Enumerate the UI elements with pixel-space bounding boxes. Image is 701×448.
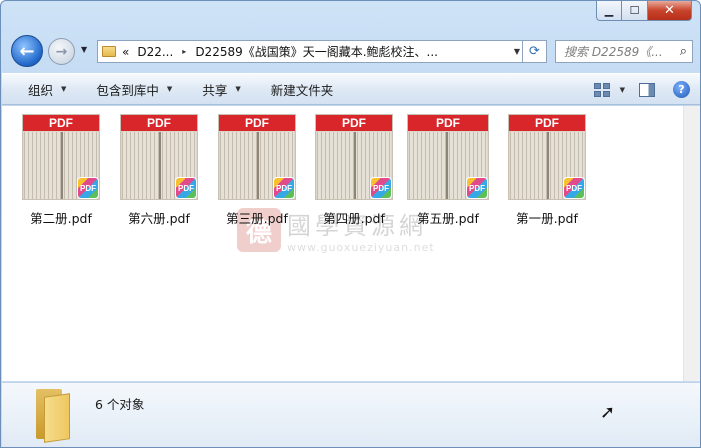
organize-label: 组织 bbox=[28, 82, 54, 98]
search-placeholder: 搜索 D22589《... bbox=[564, 45, 663, 59]
file-item[interactable]: PDF PDF 第三册.pdf bbox=[212, 114, 302, 227]
minimize-button[interactable]: ▁ bbox=[596, 1, 622, 21]
back-button[interactable]: ← bbox=[11, 35, 43, 67]
pdf-thumbnail: PDF PDF bbox=[120, 114, 198, 200]
maximize-button[interactable]: ☐ bbox=[622, 1, 648, 21]
pdf-thumbnail: PDF PDF bbox=[22, 114, 100, 200]
pdf-app-icon: PDF bbox=[466, 177, 488, 199]
address-segment-current[interactable]: D22589《战国策》天一阁藏本.鲍彪校注、... bbox=[195, 43, 438, 60]
file-name[interactable]: 第五册.pdf bbox=[417, 208, 479, 227]
refresh-button[interactable]: ⟳ bbox=[522, 40, 546, 63]
share-menu[interactable]: 共享 ▼ bbox=[202, 80, 240, 99]
search-input[interactable]: 搜索 D22589《... ⌕ bbox=[555, 40, 693, 63]
chevron-down-icon: ▼ bbox=[61, 85, 67, 93]
file-name[interactable]: 第三册.pdf bbox=[226, 208, 288, 227]
command-bar: 组织 ▼ 包含到库中 ▼ 共享 ▼ 新建文件夹 ▼ ? bbox=[2, 73, 700, 105]
details-pane: 6 个对象 ➚ bbox=[2, 382, 700, 447]
view-controls: ▼ ? bbox=[593, 81, 690, 98]
pdf-band-label: PDF bbox=[408, 115, 488, 131]
address-bar[interactable]: « D22... ▸ D22589《战国策》天一阁藏本.鲍彪校注、... ▼ ⟳ bbox=[97, 40, 547, 63]
pdf-app-icon: PDF bbox=[273, 177, 295, 199]
new-folder-label: 新建文件夹 bbox=[270, 82, 334, 98]
chevron-down-icon: ▼ bbox=[166, 85, 173, 93]
file-item[interactable]: PDF PDF 第五册.pdf bbox=[403, 114, 493, 227]
chevron-down-icon: ▼ bbox=[235, 85, 241, 93]
include-in-library-label: 包含到库中 bbox=[96, 82, 159, 98]
pdf-app-icon: PDF bbox=[175, 177, 197, 199]
pdf-band-label: PDF bbox=[316, 115, 392, 131]
file-list-pane[interactable]: 德 國學資源網 www.guoxueziyuan.net PDF PDF 第二册… bbox=[2, 106, 700, 381]
pdf-band-label: PDF bbox=[509, 115, 585, 131]
caption-buttons: ▁ ☐ ✕ bbox=[596, 1, 692, 21]
file-item[interactable]: PDF PDF 第二册.pdf bbox=[16, 114, 106, 227]
organize-menu[interactable]: 组织 ▼ bbox=[28, 80, 66, 99]
pdf-band-label: PDF bbox=[23, 115, 99, 131]
folder-icon bbox=[102, 46, 116, 57]
pdf-band-label: PDF bbox=[121, 115, 197, 131]
item-count: 6 个对象 bbox=[95, 397, 145, 412]
file-item[interactable]: PDF PDF 第六册.pdf bbox=[114, 114, 204, 227]
recent-pages-dropdown[interactable]: ▼ bbox=[81, 45, 87, 54]
new-folder-button[interactable]: 新建文件夹 bbox=[271, 80, 334, 99]
preview-pane-icon[interactable] bbox=[639, 82, 655, 97]
change-view-icon[interactable] bbox=[593, 82, 610, 97]
pdf-thumbnail: PDF PDF bbox=[407, 114, 489, 200]
view-options-dropdown[interactable]: ▼ bbox=[620, 86, 625, 94]
vertical-scrollbar[interactable] bbox=[683, 106, 700, 381]
pdf-thumbnail: PDF PDF bbox=[508, 114, 586, 200]
mouse-cursor-icon: ➚ bbox=[600, 402, 616, 423]
address-dropdown-icon[interactable]: ▼ bbox=[514, 47, 520, 56]
watermark-url: www.guoxueziyuan.net bbox=[287, 241, 435, 254]
close-button[interactable]: ✕ bbox=[648, 1, 692, 21]
address-overflow-chevron[interactable]: « bbox=[122, 45, 129, 59]
file-name[interactable]: 第六册.pdf bbox=[128, 208, 190, 227]
pdf-band-label: PDF bbox=[219, 115, 295, 131]
pdf-app-icon: PDF bbox=[370, 177, 392, 199]
include-in-library-menu[interactable]: 包含到库中 ▼ bbox=[96, 80, 172, 99]
address-separator-icon[interactable]: ▸ bbox=[182, 47, 186, 56]
file-name[interactable]: 第一册.pdf bbox=[516, 208, 578, 227]
share-label: 共享 bbox=[202, 82, 228, 98]
search-icon[interactable]: ⌕ bbox=[680, 44, 687, 59]
pdf-thumbnail: PDF PDF bbox=[315, 114, 393, 200]
pdf-app-icon: PDF bbox=[77, 177, 99, 199]
file-item[interactable]: PDF PDF 第一册.pdf bbox=[502, 114, 592, 227]
forward-button[interactable]: → bbox=[48, 38, 75, 65]
file-item[interactable]: PDF PDF 第四册.pdf bbox=[309, 114, 399, 227]
folder-icon bbox=[30, 389, 74, 443]
pdf-app-icon: PDF bbox=[563, 177, 585, 199]
navigation-bar: ← → ▼ « D22... ▸ D22589《战国策》天一阁藏本.鲍彪校注、.… bbox=[1, 31, 700, 71]
address-segment-parent[interactable]: D22... bbox=[137, 45, 173, 59]
file-name[interactable]: 第四册.pdf bbox=[323, 208, 385, 227]
pdf-thumbnail: PDF PDF bbox=[218, 114, 296, 200]
explorer-window: ▁ ☐ ✕ ← → ▼ « D22... ▸ D22589《战国策》天一阁藏本.… bbox=[0, 0, 701, 448]
file-name[interactable]: 第二册.pdf bbox=[30, 208, 92, 227]
help-icon[interactable]: ? bbox=[673, 81, 690, 98]
